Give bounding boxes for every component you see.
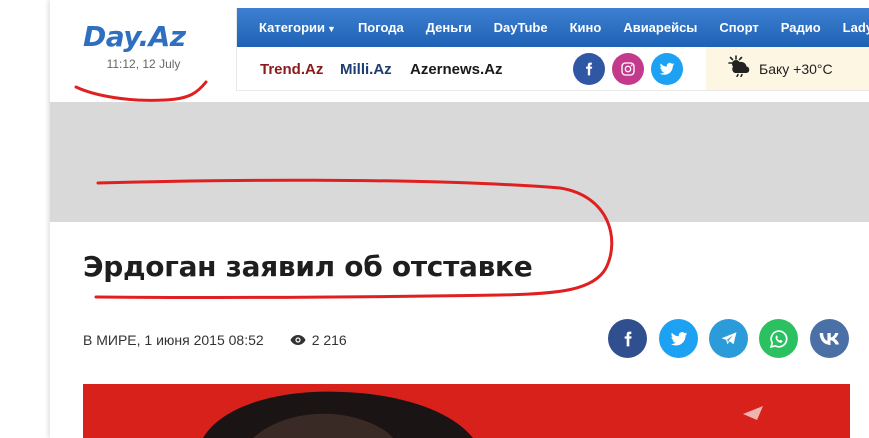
article-photo <box>83 384 850 438</box>
twitter-icon[interactable] <box>651 53 683 85</box>
nav-item-flights[interactable]: Авиарейсы <box>623 20 697 35</box>
main-nav: Категории ▼ Погода Деньги DayTube Кино Ав… <box>237 8 869 47</box>
caret-down-icon: ▼ <box>327 24 336 34</box>
vk-icon[interactable] <box>810 319 849 358</box>
weather-widget[interactable]: Баку +30°C <box>706 47 869 90</box>
logo-block: Day.Az 11:12, 12 July <box>50 8 237 91</box>
site-logo[interactable]: Day.Az <box>83 20 186 53</box>
whatsapp-icon[interactable] <box>759 319 798 358</box>
sub-header: Trend.Az Milli.Az Azernews.Az Баку +30°C <box>237 47 869 91</box>
telegram-icon[interactable] <box>709 319 748 358</box>
eye-icon <box>290 335 306 345</box>
views-counter: 2 216 <box>290 332 347 348</box>
instagram-icon[interactable] <box>612 53 644 85</box>
nav-item-radio[interactable]: Радио <box>781 20 821 35</box>
facebook-icon[interactable] <box>608 319 647 358</box>
partner-link-milli[interactable]: Milli.Az <box>340 61 392 78</box>
sun-cloud-icon <box>727 55 753 82</box>
twitter-icon[interactable] <box>659 319 698 358</box>
partner-link-azernews[interactable]: Azernews.Az <box>410 61 503 78</box>
article-category-date: В МИРЕ, 1 июня 2015 08:52 <box>83 332 264 348</box>
current-time: 11:12, 12 July <box>106 57 181 71</box>
nav-item-money[interactable]: Деньги <box>426 20 472 35</box>
left-gutter <box>0 0 50 438</box>
photo-content <box>83 384 850 438</box>
page: Day.Az 11:12, 12 July Категории ▼ Погода … <box>50 0 869 438</box>
nav-item-label: Категории <box>259 20 326 35</box>
article-title: Эрдоган заявил об отставке <box>83 250 533 283</box>
nav-item-categories[interactable]: Категории ▼ <box>259 20 336 35</box>
nav-item-daytube[interactable]: DayTube <box>494 20 548 35</box>
views-count: 2 216 <box>311 332 347 348</box>
facebook-icon[interactable] <box>573 53 605 85</box>
partner-link-trend[interactable]: Trend.Az <box>260 61 323 78</box>
weather-text: Баку +30°C <box>759 60 833 77</box>
nav-item-weather[interactable]: Погода <box>358 20 404 35</box>
ad-banner-placeholder <box>50 102 869 222</box>
nav-item-cinema[interactable]: Кино <box>570 20 602 35</box>
article-meta: В МИРЕ, 1 июня 2015 08:52 2 216 <box>83 332 347 348</box>
nav-item-sport[interactable]: Спорт <box>719 20 758 35</box>
nav-item-lady[interactable]: Lady.Day <box>843 20 869 35</box>
